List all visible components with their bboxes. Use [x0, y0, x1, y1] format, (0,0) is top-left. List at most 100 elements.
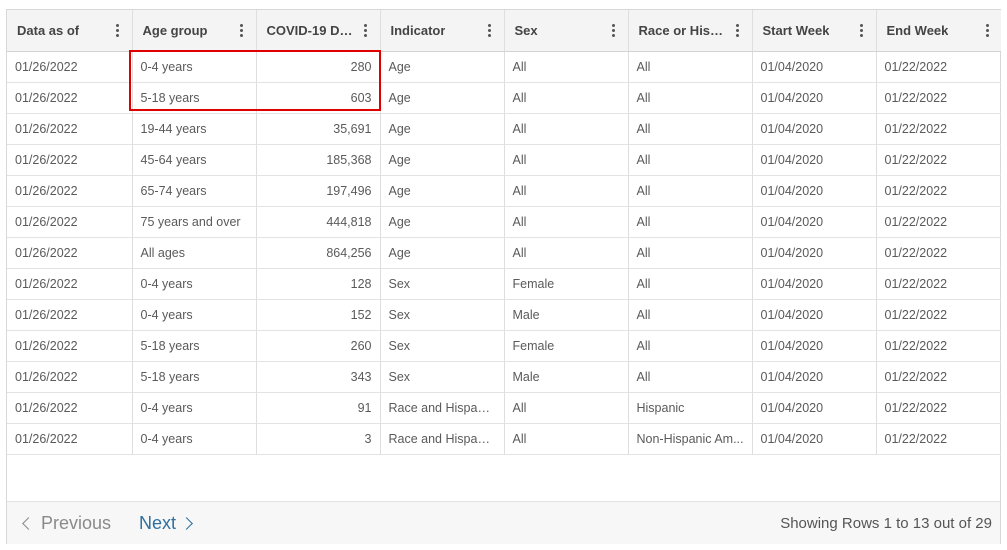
table-row[interactable]: 01/26/2022 5-18 years 603 Age All All 01/04/20…	[7, 82, 1001, 114]
table-row[interactable]: 01/26/2022 0-4 years 3 Race and Hispani... A…	[7, 423, 1001, 455]
table-cell: 01/26/2022	[7, 330, 133, 362]
table-row[interactable]: 01/26/2022 5-18 years 343 Sex Male All 01/04/2…	[7, 361, 1001, 393]
table-cell: 280	[256, 51, 381, 83]
next-button[interactable]: Next	[139, 513, 193, 534]
column-header[interactable]: End Week	[876, 10, 1001, 52]
table-row[interactable]: 01/26/2022 0-4 years 280 Age All All 01/04/202…	[7, 51, 1001, 83]
kebab-menu-icon[interactable]	[484, 22, 496, 38]
table-cell: 01/22/2022	[876, 82, 1001, 114]
column-header-label: Start Week	[762, 22, 830, 38]
kebab-menu-icon[interactable]	[856, 22, 868, 38]
table-cell: All	[628, 268, 753, 300]
table-cell: 01/22/2022	[876, 51, 1001, 83]
table-cell: All	[628, 175, 753, 207]
table-cell: All	[628, 299, 753, 331]
table-cell: 01/04/2020	[752, 82, 877, 114]
column-header[interactable]: Age group	[132, 10, 257, 52]
table-cell: 01/04/2020	[752, 144, 877, 176]
table-cell: Sex	[380, 330, 505, 362]
table-cell: 35,691	[256, 113, 381, 145]
column-header-label: Race or Hisp...	[638, 22, 726, 38]
column-header-label: End Week	[886, 22, 949, 38]
table-cell: Sex	[380, 268, 505, 300]
table-cell: Age	[380, 237, 505, 269]
table-cell: Non-Hispanic Am...	[628, 423, 753, 455]
table-cell: 444,818	[256, 206, 381, 238]
table-cell: 01/22/2022	[876, 175, 1001, 207]
kebab-menu-icon[interactable]	[981, 22, 993, 38]
table-cell: All	[628, 237, 753, 269]
table-cell: Female	[504, 268, 629, 300]
table-cell: 603	[256, 82, 381, 114]
column-header-label: COVID-19 De...	[266, 22, 354, 38]
table-row[interactable]: 01/26/2022 All ages 864,256 Age All All 01/04/…	[7, 237, 1001, 269]
table-cell: Race and Hispani...	[380, 392, 505, 424]
table-cell: 19-44 years	[132, 113, 257, 145]
table-cell: Age	[380, 82, 505, 114]
table-row[interactable]: 01/26/2022 45-64 years 185,368 Age All All 01/…	[7, 144, 1001, 176]
table-cell: All	[628, 361, 753, 393]
table-cell: All	[504, 237, 629, 269]
table-cell: 185,368	[256, 144, 381, 176]
table-cell: Age	[380, 113, 505, 145]
previous-label: Previous	[41, 512, 112, 533]
table-cell: All	[628, 206, 753, 238]
table-cell: 0-4 years	[132, 299, 257, 331]
table-cell: 01/26/2022	[7, 268, 133, 300]
column-header-label: Indicator	[390, 22, 446, 38]
table-cell: 0-4 years	[132, 392, 257, 424]
previous-button[interactable]: Previous	[21, 513, 111, 534]
table-cell: All	[628, 113, 753, 145]
table-row[interactable]: 01/26/2022 0-4 years 128 Sex Female All 01/04/…	[7, 268, 1001, 300]
table-cell: 5-18 years	[132, 82, 257, 114]
table-row[interactable]: 01/26/2022 0-4 years 152 Sex Male All 01/04/20…	[7, 299, 1001, 331]
table-cell: 75 years and over	[132, 206, 257, 238]
table-cell: Hispanic	[628, 392, 753, 424]
column-header-label: Sex	[514, 22, 538, 38]
table-cell: Sex	[380, 299, 505, 331]
kebab-menu-icon[interactable]	[608, 22, 620, 38]
kebab-menu-icon[interactable]	[360, 22, 372, 38]
table-cell: 01/26/2022	[7, 206, 133, 238]
column-header[interactable]: Indicator	[380, 10, 505, 52]
chevron-right-icon	[180, 516, 193, 530]
table-row[interactable]: 01/26/2022 19-44 years 35,691 Age All All 01/0…	[7, 113, 1001, 145]
table-cell: 01/26/2022	[7, 237, 133, 269]
kebab-menu-icon[interactable]	[112, 22, 124, 38]
table-cell: 01/22/2022	[876, 113, 1001, 145]
table-cell: 01/04/2020	[752, 268, 877, 300]
table-cell: All ages	[132, 237, 257, 269]
table-cell: Age	[380, 206, 505, 238]
column-header[interactable]: Sex	[504, 10, 629, 52]
table-cell: 65-74 years	[132, 175, 257, 207]
table-cell: 01/22/2022	[876, 330, 1001, 362]
table-cell: 01/22/2022	[876, 268, 1001, 300]
table-cell: Male	[504, 299, 629, 331]
header-row: Data as of Age group COVID-19 De... Indicat…	[7, 10, 1001, 52]
table-cell: 343	[256, 361, 381, 393]
table-cell: Sex	[380, 361, 505, 393]
table-cell: 01/26/2022	[7, 51, 133, 83]
table-cell: 91	[256, 392, 381, 424]
table-cell: All	[504, 144, 629, 176]
table-cell: 3	[256, 423, 381, 455]
table-row[interactable]: 01/26/2022 75 years and over 444,818 Age All…	[7, 206, 1001, 238]
table-cell: 01/22/2022	[876, 299, 1001, 331]
kebab-menu-icon[interactable]	[236, 22, 248, 38]
table-cell: 01/22/2022	[876, 392, 1001, 424]
kebab-menu-icon[interactable]	[732, 22, 744, 38]
table-row[interactable]: 01/26/2022 0-4 years 91 Race and Hispani...…	[7, 392, 1001, 424]
table-cell: 01/22/2022	[876, 206, 1001, 238]
table-cell: 5-18 years	[132, 361, 257, 393]
table-cell: All	[628, 51, 753, 83]
table-row[interactable]: 01/26/2022 5-18 years 260 Sex Female All 01/04…	[7, 330, 1001, 362]
table-header: Data as of Age group COVID-19 De... Indicat…	[7, 10, 1001, 52]
column-header[interactable]: Start Week	[752, 10, 877, 52]
column-header[interactable]: Data as of	[7, 10, 133, 52]
column-header[interactable]: COVID-19 De...	[256, 10, 381, 52]
table-row[interactable]: 01/26/2022 65-74 years 197,496 Age All All 01/…	[7, 175, 1001, 207]
table-cell: 01/26/2022	[7, 144, 133, 176]
table-cell: Age	[380, 51, 505, 83]
column-header[interactable]: Race or Hisp...	[628, 10, 753, 52]
table-cell: All	[504, 206, 629, 238]
